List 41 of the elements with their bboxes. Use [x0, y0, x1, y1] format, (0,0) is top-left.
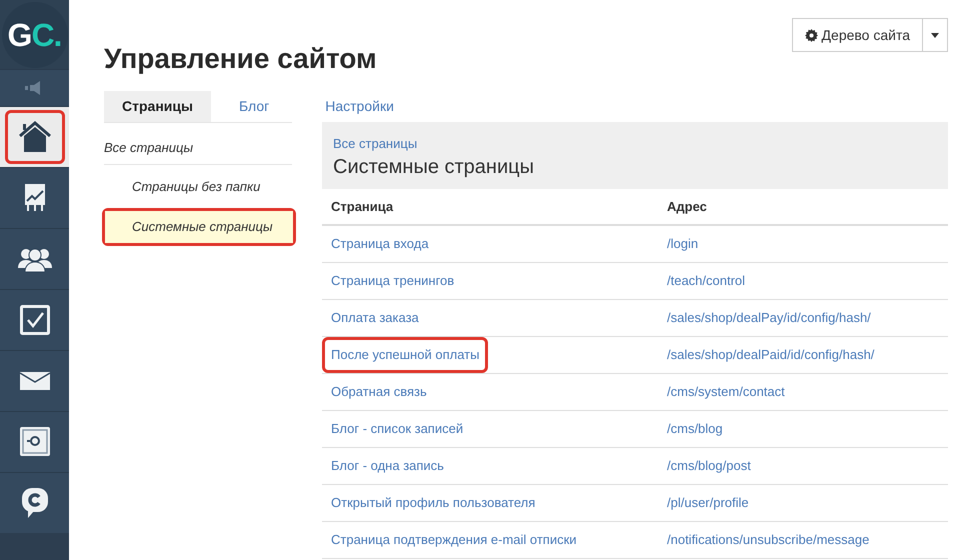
- address-link[interactable]: /cms/blog: [658, 419, 723, 439]
- address-link[interactable]: /cms/system/contact: [658, 382, 785, 402]
- page-link[interactable]: Блог - одна запись: [322, 448, 453, 484]
- mail-icon: [20, 372, 50, 390]
- address-link[interactable]: /sales/shop/dealPay/id/config/hash/: [658, 308, 871, 328]
- folder-item[interactable]: Страницы без папки: [105, 170, 293, 202]
- address-link[interactable]: /login: [658, 234, 698, 254]
- page-link[interactable]: После успешной оплаты: [322, 337, 488, 373]
- page-title: Управление сайтом: [104, 42, 377, 76]
- logo: GC.: [2, 2, 68, 68]
- chart-board-icon: [24, 183, 46, 213]
- tab[interactable]: Страницы: [104, 91, 211, 122]
- address-link[interactable]: /teach/control: [658, 271, 746, 291]
- people-icon: [18, 246, 52, 272]
- checkbox-icon: [20, 305, 50, 335]
- breadcrumb-link[interactable]: Все страницы: [333, 134, 948, 154]
- sidebar-item[interactable]: [0, 106, 69, 167]
- address-link[interactable]: /cms/blog/post: [658, 456, 751, 476]
- safe-icon: [20, 427, 50, 457]
- gear-icon: [804, 28, 818, 42]
- page-link[interactable]: Страница тренингов: [322, 263, 464, 299]
- page-link[interactable]: Блог - список записей: [322, 411, 472, 447]
- caret-icon: [931, 32, 939, 38]
- tab[interactable]: Блог: [211, 91, 298, 122]
- page-link[interactable]: Открытый профиль пользователя: [322, 485, 544, 521]
- address-link[interactable]: /pl/user/profile: [658, 493, 749, 513]
- page-link[interactable]: Страница подтверждения e-mail отписки: [322, 522, 586, 558]
- folder-item[interactable]: Системные страницы: [105, 211, 293, 242]
- home-icon: [18, 121, 52, 153]
- chat-bubble-icon: [22, 488, 48, 518]
- page-link[interactable]: Оплата заказа: [322, 300, 428, 336]
- address-link[interactable]: /sales/shop/dealPaid/id/config/hash/: [658, 345, 874, 365]
- column-header: Адрес: [666, 198, 707, 216]
- folder-item[interactable]: Все страницы: [104, 132, 292, 164]
- panel-heading: Системные страницы: [333, 154, 535, 180]
- column-header: Страница: [330, 198, 394, 216]
- page-link[interactable]: Страница входа: [322, 226, 438, 262]
- address-link[interactable]: /notifications/unsubscribe/message: [658, 530, 870, 550]
- sidebar-footer: [0, 533, 69, 560]
- tab[interactable]: Настройки: [297, 91, 422, 122]
- page-link[interactable]: Обратная связь: [322, 374, 436, 410]
